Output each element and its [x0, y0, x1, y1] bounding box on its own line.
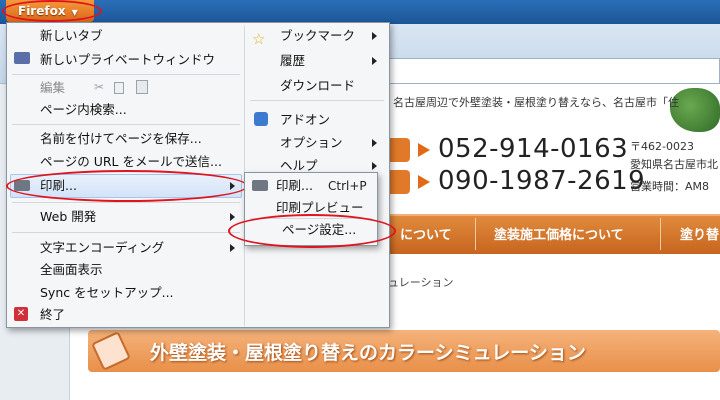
banner-title: 外壁塗装・屋根塗り替えのカラーシミュレーション — [150, 342, 586, 364]
phone-number-1: 052-914-0163 — [438, 134, 629, 164]
menu-separator — [12, 232, 240, 233]
business-hours: 営業時間：AM8 — [630, 180, 710, 193]
menu-item-options[interactable]: オプション — [280, 132, 343, 154]
chevron-down-icon: ▼ — [71, 8, 78, 17]
phone-number-2: 090-1987-2619 — [438, 166, 646, 196]
menu-item-web-developer[interactable]: Web 開発 — [40, 206, 96, 228]
menu-item-downloads[interactable]: ダウンロード — [280, 75, 355, 97]
submenu-arrow-icon — [230, 182, 235, 190]
addons-puzzle-icon — [254, 112, 268, 126]
menu-separator — [12, 74, 240, 75]
submenu-arrow-icon — [372, 57, 377, 65]
arrow-right-icon — [418, 143, 430, 157]
submenu-item-print-preview[interactable]: 印刷プレビュー — [276, 197, 364, 219]
submenu-arrow-icon — [372, 162, 377, 170]
printer-icon — [14, 180, 30, 191]
printer-icon — [252, 180, 268, 191]
print-shortcut: Ctrl+P — [328, 179, 367, 193]
submenu-arrow-icon — [230, 213, 235, 221]
address-bar[interactable] — [388, 58, 720, 84]
bookmark-star-icon: ☆ — [252, 30, 266, 48]
copy-icon[interactable] — [114, 82, 124, 94]
firefox-menu-button[interactable]: Firefox ▼ — [6, 0, 94, 22]
menu-item-edit[interactable]: 編集 — [40, 77, 65, 99]
cut-icon[interactable]: ✂ — [94, 80, 104, 94]
nav-item-about[interactable]: について — [400, 224, 452, 243]
nav-item-repaint[interactable]: 塗り替 — [680, 224, 719, 243]
menu-separator — [250, 100, 384, 101]
paste-icon[interactable] — [136, 80, 148, 94]
menu-separator — [12, 202, 240, 203]
menu-item-bookmarks[interactable]: ブックマーク — [280, 25, 355, 47]
menu-item-addons[interactable]: アドオン — [280, 109, 330, 131]
zip-code: 〒462-0023 — [630, 140, 694, 153]
submenu-arrow-icon — [372, 139, 377, 147]
menu-item-exit[interactable]: 終了 — [40, 304, 65, 326]
nav-item-pricing[interactable]: 塗装施工価格について — [494, 224, 624, 243]
address: 愛知県名古屋市北 — [630, 158, 718, 171]
submenu-item-print[interactable]: 印刷... — [276, 175, 313, 197]
submenu-item-page-setup[interactable]: ページ設定... — [282, 219, 356, 241]
menu-item-save-page-as[interactable]: 名前を付けてページを保存... — [40, 128, 202, 150]
menu-item-find-in-page[interactable]: ページ内検索... — [40, 99, 127, 121]
window-titlebar: Firefox ▼ — [0, 0, 720, 24]
menu-item-history[interactable]: 履歴 — [280, 50, 305, 72]
exit-icon: ✕ — [14, 307, 28, 321]
menu-item-new-tab[interactable]: 新しいタブ — [40, 25, 103, 47]
submenu-arrow-icon — [230, 244, 235, 252]
menu-item-email-link[interactable]: ページの URL をメールで送信... — [40, 151, 222, 173]
menu-item-new-private-window[interactable]: 新しいプライベートウィンドウ — [40, 49, 215, 71]
menu-item-print[interactable]: 印刷... — [40, 175, 77, 197]
site-tagline: ・名古屋周辺で外壁塗装・屋根塗り替えなら、名古屋市「住 — [382, 96, 679, 109]
private-window-icon — [14, 52, 30, 64]
menu-item-character-encoding[interactable]: 文字エンコーディング — [40, 237, 164, 259]
nav-divider — [660, 218, 661, 250]
breadcrumb: ュレーション — [388, 276, 454, 289]
menu-separator — [12, 124, 240, 125]
nav-divider — [475, 218, 476, 250]
menu-item-set-up-sync[interactable]: Sync をセットアップ... — [40, 282, 174, 304]
submenu-arrow-icon — [372, 32, 377, 40]
menu-item-full-screen[interactable]: 全画面表示 — [40, 259, 103, 281]
arrow-right-icon — [418, 175, 430, 189]
firefox-menu-label: Firefox — [18, 4, 66, 18]
